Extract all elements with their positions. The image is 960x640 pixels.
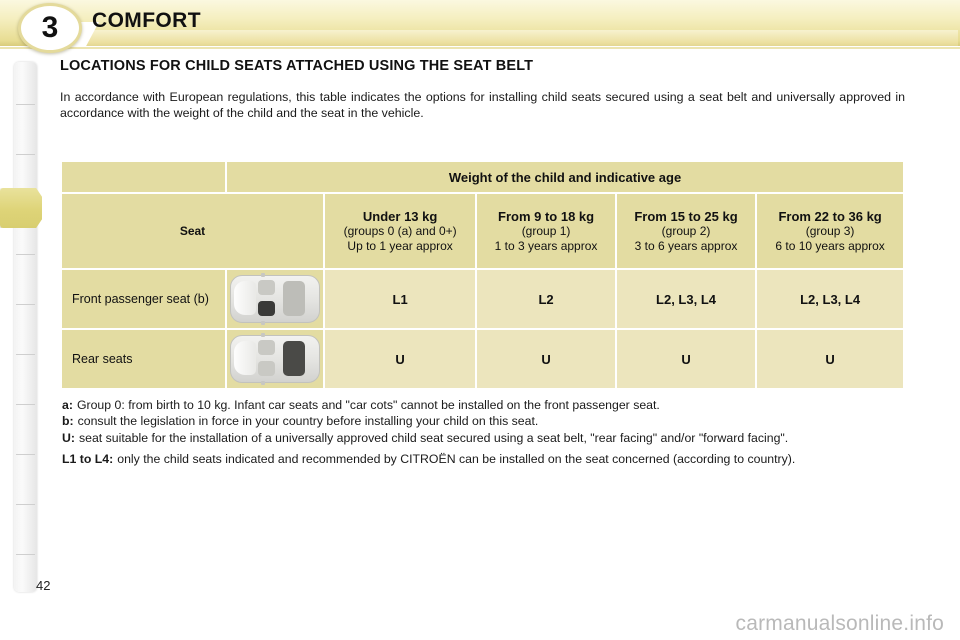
mirror-icon	[261, 273, 265, 277]
row-0-label: Front passenger seat (b)	[62, 270, 225, 328]
row-1-label: Rear seats	[62, 330, 225, 388]
header-col-3-group: (group 3)	[805, 223, 855, 238]
tab-divider	[16, 404, 35, 405]
header-col-3-age: 6 to 10 years approx	[775, 238, 885, 253]
band-spacer	[62, 162, 225, 192]
header-col-3: From 22 to 36 kg (group 3) 6 to 10 years…	[757, 194, 903, 268]
driver-seat-shape	[258, 280, 275, 295]
tab-divider	[16, 104, 35, 105]
footnote-l-text: only the child seats indicated and recom…	[117, 452, 796, 467]
banner-underline	[0, 46, 960, 49]
child-seat-table: Weight of the child and indicative age S…	[60, 160, 905, 390]
band-title: Weight of the child and indicative age	[227, 162, 903, 192]
car-top-view-icon	[230, 333, 320, 385]
row-1-value-2: U	[616, 330, 756, 388]
page-title: COMFORT	[92, 9, 201, 32]
rear-bench-highlight	[283, 341, 305, 376]
row-0-value-0: L1	[325, 270, 476, 328]
row-1-icon-cell	[227, 330, 323, 388]
tab-divider	[16, 154, 35, 155]
header-col-1-weight: From 9 to 18 kg	[498, 208, 595, 224]
row-0-value-3: L2, L3, L4	[757, 270, 903, 328]
header-col-2-weight: From 15 to 25 kg	[634, 208, 738, 224]
car-top-view-icon	[230, 273, 320, 325]
driver-seat-shape	[258, 340, 275, 355]
front-passenger-seat-shape	[258, 361, 275, 376]
table-header-row: Seat Under 13 kg (groups 0 (a) and 0+) U…	[62, 194, 903, 268]
row-0-value-2: L2, L3, L4	[616, 270, 756, 328]
site-watermark: carmanualsonline.info	[735, 612, 944, 635]
table-row: Front passenger seat (b) L1 L2 L2, L3, L…	[62, 270, 903, 328]
row-1-value-3: U	[757, 330, 903, 388]
front-passenger-seat-highlight	[258, 301, 275, 316]
header-seat: Seat	[62, 194, 323, 268]
header-col-2-age: 3 to 6 years approx	[634, 238, 738, 253]
tab-divider	[16, 354, 35, 355]
chapter-tab-active-3[interactable]	[0, 188, 42, 228]
page-number: 42	[36, 578, 51, 593]
header-col-1-age: 1 to 3 years approx	[494, 238, 598, 253]
header-col-0-group: (groups 0 (a) and 0+)	[343, 223, 457, 238]
footnote-l: L1 to L4: only the child seats indicated…	[62, 452, 907, 467]
header-col-0-age: Up to 1 year approx	[347, 238, 453, 253]
chapter-tab-strip[interactable]	[14, 62, 37, 592]
windscreen-shape	[234, 341, 256, 375]
rear-bench-shape	[283, 281, 305, 316]
table-row: Rear seats U U U U	[62, 330, 903, 388]
header-col-1-group: (group 1)	[521, 223, 571, 238]
footnote-a: a: Group 0: from birth to 10 kg. Infant …	[62, 398, 907, 413]
row-1-value-1: U	[477, 330, 615, 388]
mirror-icon	[261, 321, 265, 325]
header-col-1: From 9 to 18 kg (group 1) 1 to 3 years a…	[477, 194, 615, 268]
row-0-value-1: L2	[477, 270, 615, 328]
mirror-icon	[261, 333, 265, 337]
header-col-2: From 15 to 25 kg (group 2) 3 to 6 years …	[616, 194, 756, 268]
footnote-b-key: b:	[62, 414, 74, 429]
header-col-2-group: (group 2)	[661, 223, 711, 238]
tab-divider	[16, 554, 35, 555]
mirror-icon	[261, 381, 265, 385]
footnote-b-text: consult the legislation in force in your…	[77, 414, 539, 429]
row-0-icon-cell	[227, 270, 323, 328]
footnote-a-text: Group 0: from birth to 10 kg. Infant car…	[76, 398, 660, 412]
tab-divider	[16, 304, 35, 305]
tab-divider	[16, 504, 35, 505]
table-band-row: Weight of the child and indicative age	[62, 162, 903, 192]
windscreen-shape	[234, 281, 256, 315]
footnote-l-key: L1 to L4:	[62, 452, 114, 467]
chapter-number: 3	[41, 11, 59, 44]
chapter-number-badge: 3	[18, 3, 82, 53]
footnote-b: b: consult the legislation in force in y…	[62, 414, 907, 429]
footnote-a-key: a:	[62, 398, 73, 412]
section-title: LOCATIONS FOR CHILD SEATS ATTACHED USING…	[60, 58, 534, 74]
content-area: LOCATIONS FOR CHILD SEATS ATTACHED USING…	[60, 58, 905, 121]
footnote-u-text: seat suitable for the installation of a …	[78, 430, 789, 445]
tab-divider	[16, 254, 35, 255]
section-intro: In accordance with European regulations,…	[60, 90, 905, 120]
row-1-value-0: U	[325, 330, 476, 388]
header-col-0-weight: Under 13 kg	[362, 208, 438, 224]
header-col-0: Under 13 kg (groups 0 (a) and 0+) Up to …	[325, 194, 476, 268]
footnote-u-key: U:	[62, 430, 75, 445]
footnotes: a: Group 0: from birth to 10 kg. Infant …	[62, 398, 907, 469]
tab-divider	[16, 454, 35, 455]
header-col-3-weight: From 22 to 36 kg	[778, 208, 882, 224]
footnote-u: U: seat suitable for the installation of…	[62, 431, 907, 446]
